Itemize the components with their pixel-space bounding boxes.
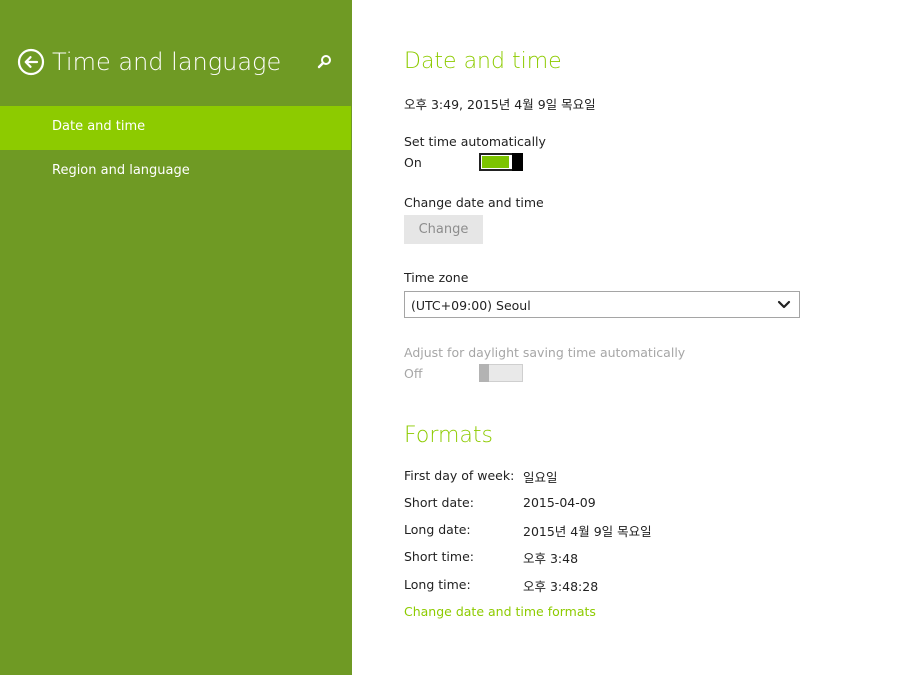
format-label-short-time: Short time: [404, 549, 474, 564]
toggle-fill [482, 156, 509, 168]
date-time-heading: Date and time [404, 49, 562, 74]
set-time-auto-label: Set time automatically [404, 134, 546, 149]
change-date-time-label: Change date and time [404, 195, 544, 210]
page-title: Time and language [52, 48, 282, 76]
format-value-short-date: 2015-04-09 [523, 495, 596, 510]
format-label-short-date: Short date: [404, 495, 474, 510]
daylight-saving-label: Adjust for daylight saving time automati… [404, 345, 686, 360]
time-zone-select[interactable]: (UTC+09:00) Seoul [404, 291, 800, 318]
time-zone-value: (UTC+09:00) Seoul [411, 298, 531, 313]
search-button[interactable] [314, 52, 334, 72]
back-arrow-circle-icon [17, 48, 45, 76]
sidebar-item-region-and-language[interactable]: Region and language [0, 150, 351, 194]
format-label-long-time: Long time: [404, 577, 471, 592]
time-zone-label: Time zone [404, 270, 469, 285]
sidebar: Time and language Date and time Region a… [0, 0, 352, 675]
change-button[interactable]: Change [404, 215, 483, 244]
sidebar-item-label: Region and language [52, 163, 190, 178]
toggle-knob [512, 153, 523, 171]
set-time-auto-toggle[interactable] [479, 153, 523, 171]
formats-heading: Formats [404, 423, 493, 448]
daylight-saving-state: Off [404, 366, 423, 381]
set-time-auto-state: On [404, 155, 422, 170]
format-label-first-day: First day of week: [404, 468, 515, 483]
chevron-down-icon [777, 300, 791, 309]
daylight-saving-toggle[interactable] [479, 364, 523, 382]
format-value-short-time: 오후 3:48 [523, 551, 579, 566]
current-datetime: 오후 3:49, 2015년 4월 9일 목요일 [404, 97, 596, 112]
format-value-first-day: 일요일 [523, 470, 558, 485]
format-label-long-date: Long date: [404, 522, 471, 537]
back-button[interactable] [17, 48, 45, 76]
search-icon [317, 55, 331, 69]
sidebar-item-date-and-time[interactable]: Date and time [0, 106, 351, 150]
change-formats-link[interactable]: Change date and time formats [404, 604, 596, 619]
format-value-long-time: 오후 3:48:28 [523, 579, 599, 594]
toggle-knob [479, 364, 489, 382]
format-value-long-date: 2015년 4월 9일 목요일 [523, 524, 652, 539]
sidebar-item-label: Date and time [52, 119, 146, 134]
